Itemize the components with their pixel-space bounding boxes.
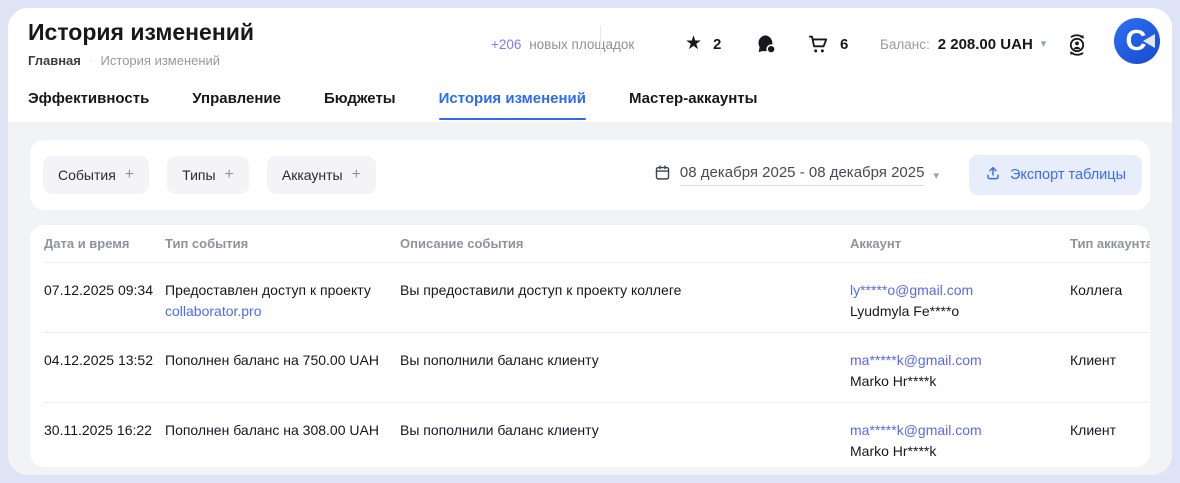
chat-icon <box>755 33 777 55</box>
tab-change-history[interactable]: История изменений <box>439 90 586 120</box>
cart-count: 6 <box>840 36 848 53</box>
filter-events-label: События <box>58 167 116 183</box>
export-table-button[interactable]: Экспорт таблицы <box>969 155 1142 195</box>
event-type-text: Пополнен баланс на 308.00 UAH <box>165 422 379 438</box>
tab-effectiveness[interactable]: Эффективность <box>28 90 149 120</box>
tab-bar: Эффективность Управление Бюджеты История… <box>28 90 757 120</box>
balance-value: 2 208.00 UAH <box>938 36 1033 53</box>
cell-event-type: Пополнен баланс на 308.00 UAH <box>165 420 400 467</box>
balance-dropdown[interactable]: Баланс: 2 208.00 UAH ▾ <box>880 36 1046 53</box>
header: История изменений Главная · История изме… <box>8 8 1172 86</box>
cell-datetime: 30.11.2025 16:22 <box>44 420 165 467</box>
tab-management[interactable]: Управление <box>192 90 281 120</box>
table-row: 07.12.2025 09:34 Предоставлен доступ к п… <box>44 263 1150 333</box>
breadcrumb-current: История изменений <box>101 53 221 68</box>
project-link[interactable]: collaborator.pro <box>165 301 262 322</box>
table-header-row: Дата и время Тип события Описание событи… <box>44 225 1150 263</box>
cell-account-type: Коллега <box>1070 280 1150 332</box>
filter-types[interactable]: Типы + <box>167 156 249 194</box>
star-icon: ★ <box>685 33 702 55</box>
cell-description: Вы пополнили баланс клиенту <box>400 350 850 402</box>
cell-event-type: Предоставлен доступ к проекту collaborat… <box>165 280 400 332</box>
cell-description: Вы пополнили баланс клиенту <box>400 420 850 467</box>
export-table-label: Экспорт таблицы <box>1010 167 1126 183</box>
account-email-link[interactable]: ma*****k@gmail.com <box>850 352 982 368</box>
filter-types-label: Типы <box>182 167 215 183</box>
cell-account-type: Клиент <box>1070 420 1150 467</box>
account-activity-button[interactable] <box>1064 32 1090 63</box>
new-platforms-count: +206 <box>491 37 521 52</box>
breadcrumb-home-link[interactable]: Главная <box>28 53 81 68</box>
cell-datetime: 04.12.2025 13:52 <box>44 350 165 402</box>
date-range-picker[interactable]: 08 декабря 2025 - 08 декабря 2025 ▾ <box>654 164 939 186</box>
app-logo[interactable]: C <box>1114 18 1160 64</box>
cart-icon <box>807 33 829 55</box>
logo-cursor-icon <box>1143 34 1155 48</box>
tab-master-accounts[interactable]: Мастер-аккаунты <box>629 90 757 120</box>
tab-budgets[interactable]: Бюджеты <box>324 90 396 120</box>
upload-icon <box>985 165 1001 185</box>
table-row: 30.11.2025 16:22 Пополнен баланс на 308.… <box>44 403 1150 467</box>
cell-datetime: 07.12.2025 09:34 <box>44 280 165 332</box>
calendar-icon <box>654 164 671 186</box>
account-email-link[interactable]: ma*****k@gmail.com <box>850 422 982 438</box>
user-sync-icon <box>1064 45 1090 62</box>
chats-button[interactable] <box>755 33 777 55</box>
favorites-count: 2 <box>713 36 721 53</box>
col-header-description: Описание события <box>400 236 850 251</box>
plus-icon: + <box>225 166 234 184</box>
breadcrumb: Главная · История изменений <box>28 53 220 68</box>
history-table: Дата и время Тип события Описание событи… <box>30 225 1150 467</box>
favorites-counter[interactable]: ★ 2 <box>685 33 721 55</box>
header-divider <box>600 26 601 56</box>
account-name: Marko Hr****k <box>850 373 936 389</box>
breadcrumb-separator: · <box>89 55 93 67</box>
event-type-text: Предоставлен доступ к проекту <box>165 282 371 298</box>
plus-icon: + <box>352 166 361 184</box>
account-email-link[interactable]: ly*****o@gmail.com <box>850 282 973 298</box>
main-page: История изменений Главная · История изме… <box>8 8 1172 475</box>
filters-card: События + Типы + Аккаунты + 08 <box>30 140 1150 210</box>
cell-description: Вы предоставили доступ к проекту коллеге <box>400 280 850 332</box>
filter-events[interactable]: События + <box>43 156 149 194</box>
table-row: 04.12.2025 13:52 Пополнен баланс на 750.… <box>44 333 1150 403</box>
new-platforms-link[interactable]: +206 новых площадок <box>491 37 634 52</box>
plus-icon: + <box>125 166 134 184</box>
balance-label: Баланс: <box>880 37 930 52</box>
cart-counter[interactable]: 6 <box>807 33 848 55</box>
new-platforms-label: новых площадок <box>529 37 634 52</box>
account-name: Lyudmyla Fe****o <box>850 303 959 319</box>
cell-account: ma*****k@gmail.com Marko Hr****k <box>850 420 1070 467</box>
filter-accounts-label: Аккаунты <box>282 167 343 183</box>
date-range-value: 08 декабря 2025 - 08 декабря 2025 <box>680 164 925 186</box>
content-area: События + Типы + Аккаунты + 08 <box>8 122 1172 475</box>
account-name: Marko Hr****k <box>850 443 936 459</box>
col-header-account-type: Тип аккаунта <box>1070 236 1150 251</box>
chevron-down-icon: ▾ <box>1041 39 1047 50</box>
col-header-datetime: Дата и время <box>44 236 165 251</box>
cell-account: ma*****k@gmail.com Marko Hr****k <box>850 350 1070 402</box>
event-type-text: Пополнен баланс на 750.00 UAH <box>165 352 379 368</box>
col-header-account: Аккаунт <box>850 236 1070 251</box>
cell-event-type: Пополнен баланс на 750.00 UAH <box>165 350 400 402</box>
cell-account-type: Клиент <box>1070 350 1150 402</box>
page-title: История изменений <box>28 19 254 46</box>
filter-accounts[interactable]: Аккаунты + <box>267 156 376 194</box>
col-header-event-type: Тип события <box>165 236 400 251</box>
cell-account: ly*****o@gmail.com Lyudmyla Fe****o <box>850 280 1070 332</box>
chevron-down-icon: ▾ <box>933 169 939 182</box>
